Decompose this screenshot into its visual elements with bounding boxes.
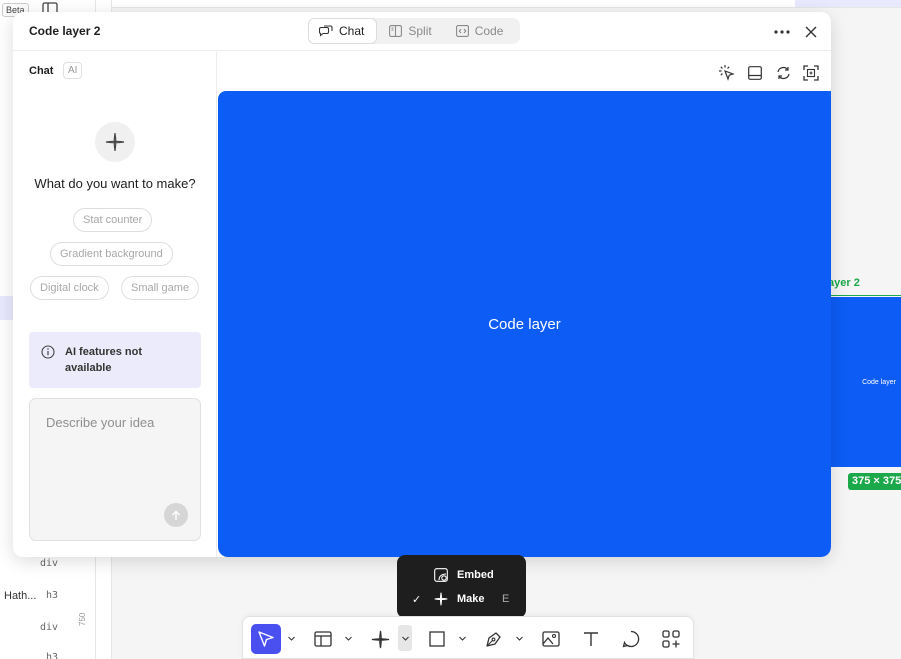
suggestion-chip[interactable]: Stat counter bbox=[73, 208, 153, 232]
chevron-down-icon[interactable] bbox=[457, 631, 467, 645]
ruler-selection-band bbox=[795, 0, 901, 7]
idea-input[interactable] bbox=[46, 415, 186, 430]
notice-text: AI features not available bbox=[65, 346, 143, 374]
frame-outline bbox=[828, 295, 901, 296]
rectangle-icon bbox=[429, 631, 445, 647]
chevron-down-icon[interactable] bbox=[286, 631, 296, 645]
sparkle-icon bbox=[95, 122, 135, 162]
code-icon bbox=[455, 25, 469, 37]
layer-row-tag[interactable]: h3 bbox=[46, 590, 58, 601]
layout-icon bbox=[314, 631, 332, 647]
sparkle-icon bbox=[371, 630, 390, 649]
tab-chat-label: Chat bbox=[339, 24, 365, 38]
refresh-icon[interactable] bbox=[772, 63, 794, 83]
frame-preview[interactable]: Code layer bbox=[831, 297, 901, 467]
comment-icon bbox=[622, 630, 640, 648]
prompt-box bbox=[29, 398, 201, 541]
shortcut-key: E bbox=[502, 593, 510, 605]
layer-row-name[interactable]: Hath... bbox=[4, 590, 36, 602]
top-ruler bbox=[96, 0, 901, 8]
make-tool-button[interactable] bbox=[365, 624, 395, 654]
inspect-click-icon[interactable] bbox=[716, 63, 738, 83]
chevron-down-icon[interactable] bbox=[398, 625, 412, 651]
menu-item-label: Embed bbox=[457, 569, 494, 581]
preview-canvas[interactable]: Code layer bbox=[218, 91, 831, 557]
more-options-icon[interactable] bbox=[771, 21, 793, 43]
text-icon bbox=[583, 631, 599, 647]
rectangle-tool-button[interactable] bbox=[422, 624, 452, 654]
frame-preview-text: Code layer bbox=[862, 378, 896, 386]
ruler-label: 750 bbox=[78, 612, 87, 626]
chevron-down-icon[interactable] bbox=[343, 631, 353, 645]
chat-panel: Chat AI What do you want to make? Stat c… bbox=[13, 52, 217, 557]
image-icon bbox=[542, 631, 560, 647]
suggestion-chip[interactable]: Small game bbox=[121, 276, 200, 300]
tab-split-label: Split bbox=[408, 24, 432, 38]
preview-label: Code layer bbox=[488, 315, 561, 333]
ai-unavailable-notice: AI features not available bbox=[29, 332, 201, 388]
frame-tool-button[interactable] bbox=[308, 624, 338, 654]
dialog-title: Code layer 2 bbox=[29, 24, 101, 38]
text-tool-button[interactable] bbox=[576, 624, 606, 654]
tab-chat[interactable]: Chat bbox=[308, 18, 378, 44]
check-icon: ✓ bbox=[412, 594, 422, 606]
sparkle-icon bbox=[434, 592, 448, 606]
menu-item-label: Make bbox=[457, 593, 485, 605]
insert-menu: Embed ✓ Make E bbox=[397, 555, 526, 618]
layer-row-tag[interactable]: h3 bbox=[46, 652, 58, 659]
pen-tool-button[interactable] bbox=[479, 624, 509, 654]
chat-bubbles-icon bbox=[319, 24, 333, 38]
apps-plus-icon bbox=[662, 630, 680, 648]
size-badge: 375 × 375 bbox=[848, 473, 901, 490]
pointer-icon bbox=[257, 630, 275, 648]
embed-icon bbox=[434, 568, 448, 582]
menu-item-make[interactable]: ✓ Make E bbox=[397, 589, 526, 611]
move-tool-button[interactable] bbox=[251, 624, 281, 654]
layer-selection-band bbox=[0, 296, 14, 320]
columns-icon bbox=[389, 25, 403, 37]
chat-panel-title: Chat bbox=[29, 65, 54, 77]
suggestion-chip[interactable]: Gradient background bbox=[50, 242, 173, 266]
tab-code-label: Code bbox=[474, 24, 504, 38]
tab-split[interactable]: Split bbox=[379, 18, 443, 44]
suggestion-chip[interactable]: Digital clock bbox=[30, 276, 109, 300]
comment-tool-button[interactable] bbox=[616, 624, 646, 654]
layer-row-tag[interactable]: div bbox=[40, 622, 58, 633]
chevron-down-icon[interactable] bbox=[514, 631, 524, 645]
frame-name-label[interactable]: ayer 2 bbox=[828, 277, 860, 289]
view-switcher: Chat Split Code bbox=[308, 18, 515, 44]
info-icon bbox=[41, 345, 55, 359]
menu-item-embed[interactable]: Embed bbox=[397, 565, 526, 587]
panel-layout-icon[interactable] bbox=[744, 63, 766, 83]
pen-icon bbox=[485, 630, 503, 648]
image-tool-button[interactable] bbox=[536, 624, 566, 654]
tab-code[interactable]: Code bbox=[446, 18, 516, 44]
arrow-up-icon bbox=[171, 510, 181, 521]
code-layer-dialog: Code layer 2 Chat Split Code Chat AI Wha… bbox=[13, 12, 831, 557]
layer-row-tag[interactable]: div bbox=[40, 558, 58, 569]
actions-tool-button[interactable] bbox=[656, 624, 686, 654]
close-icon[interactable] bbox=[800, 21, 822, 43]
bottom-toolbar bbox=[242, 616, 694, 659]
expand-icon[interactable] bbox=[800, 63, 822, 83]
send-button[interactable] bbox=[164, 503, 188, 527]
ai-badge: AI bbox=[63, 62, 83, 79]
dialog-header: Code layer 2 Chat Split Code bbox=[13, 12, 831, 51]
prompt-question: What do you want to make? bbox=[34, 176, 196, 191]
